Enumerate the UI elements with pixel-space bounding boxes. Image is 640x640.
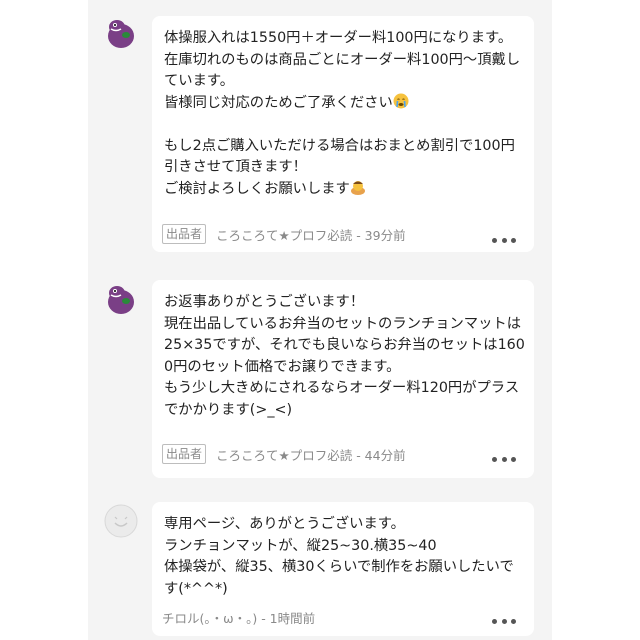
more-horizontal-icon[interactable] [492, 237, 516, 243]
comment-bubble: 体操服入れは1550円＋オーダー料100円になります。 在庫切れのものは商品ごと… [152, 16, 534, 252]
seller-badge: 出品者 [162, 224, 207, 244]
comment-meta: 出品者 ころころて★プロフ必読 - 39分前 [162, 224, 406, 244]
purple-dinosaur-avatar[interactable] [104, 16, 138, 50]
author-and-time[interactable]: ころころて★プロフ必読 - 44分前 [216, 445, 406, 464]
comment-bubble: 専用ページ、ありがとうございます。 ランチョンマットが、縦25~30.横35~4… [152, 502, 534, 636]
more-horizontal-icon[interactable] [492, 618, 516, 624]
more-horizontal-icon[interactable] [492, 456, 516, 462]
bowing-person-icon [350, 180, 365, 195]
crying-face-icon [393, 93, 409, 108]
comment-text: 体操服入れは1550円＋オーダー料100円になります。 在庫切れのものは商品ごと… [164, 30, 521, 197]
comment-text: お返事ありがとうございます！ 現在出品しているお弁当のセットのランチョンマットは… [164, 294, 525, 418]
comment-meta: チロル(。・ω・。) - 1時間前 [162, 608, 315, 627]
author-and-time[interactable]: ころころて★プロフ必読 - 39分前 [216, 225, 406, 244]
seller-badge: 出品者 [162, 444, 207, 464]
comment-screen: 体操服入れは1550円＋オーダー料100円になります。 在庫切れのものは商品ごと… [0, 0, 640, 640]
comment-text: 専用ページ、ありがとうございます。 ランチョンマットが、縦25~30.横35~4… [164, 516, 514, 597]
default-smiley-avatar[interactable] [104, 504, 138, 538]
purple-dinosaur-avatar[interactable] [104, 282, 138, 316]
author-and-time[interactable]: チロル(。・ω・。) - 1時間前 [162, 608, 315, 627]
comment-bubble: お返事ありがとうございます！ 現在出品しているお弁当のセットのランチョンマットは… [152, 280, 534, 478]
comment-meta: 出品者 ころころて★プロフ必読 - 44分前 [162, 444, 406, 464]
